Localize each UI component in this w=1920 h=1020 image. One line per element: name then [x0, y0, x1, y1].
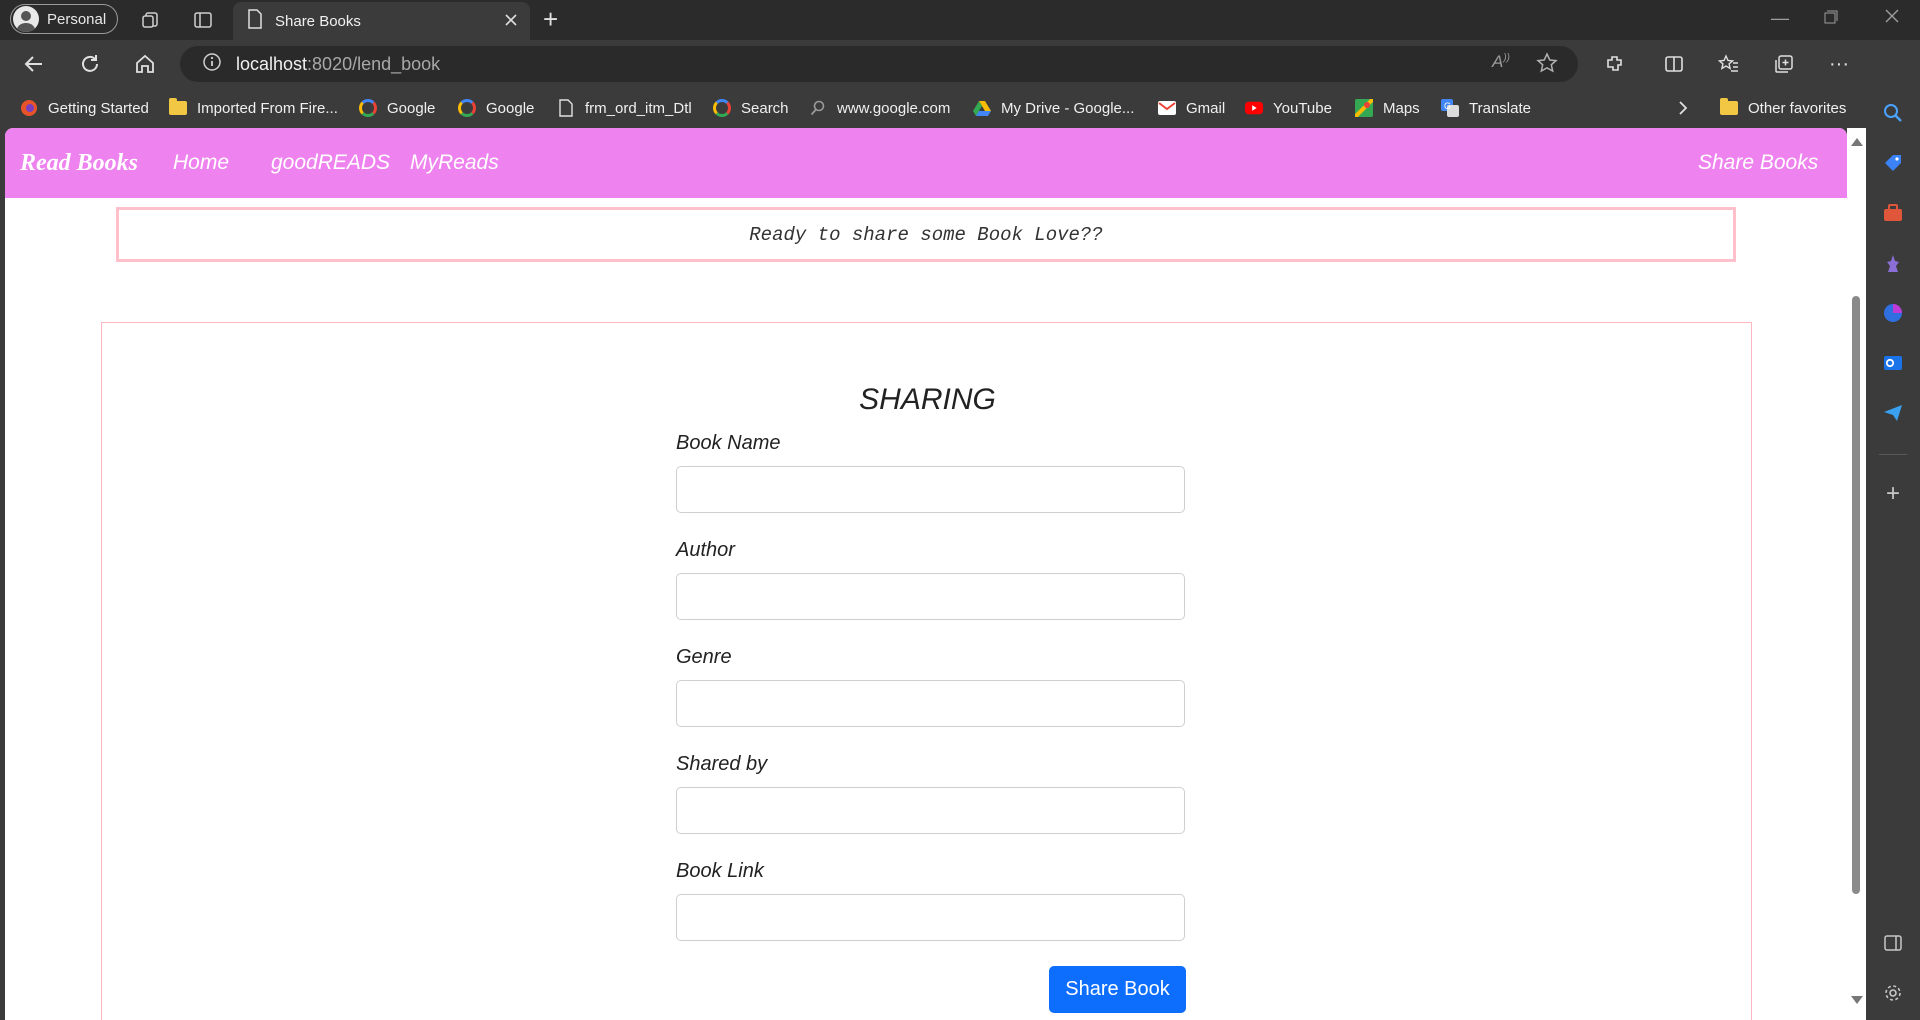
- scroll-down-arrow-icon[interactable]: [1851, 996, 1863, 1004]
- book-link-label: Book Link: [676, 860, 764, 882]
- nav-link-share-books[interactable]: Share Books: [1698, 151, 1818, 175]
- nav-link-home[interactable]: Home: [173, 151, 229, 175]
- gmail-icon: [1158, 99, 1176, 117]
- page-scrollbar[interactable]: [1847, 128, 1866, 1020]
- form-title: SHARING: [859, 383, 996, 416]
- bookmark-getting-started[interactable]: Getting Started: [20, 98, 149, 118]
- share-banner: Ready to share some Book Love??: [116, 207, 1736, 262]
- genre-input[interactable]: [676, 680, 1185, 727]
- more-menu-icon[interactable]: ···: [1825, 50, 1853, 78]
- hide-sidebar-icon[interactable]: [1881, 931, 1905, 955]
- bookmark-maps[interactable]: Maps: [1355, 98, 1420, 118]
- avatar: [13, 6, 39, 32]
- folder-icon: [1720, 98, 1738, 117]
- outlook-icon[interactable]: [1881, 351, 1905, 375]
- author-input[interactable]: [676, 573, 1185, 620]
- bookmark-www-google[interactable]: www.google.com: [809, 98, 950, 118]
- page-icon: [247, 9, 263, 33]
- drive-icon: [973, 99, 991, 117]
- sharing-form-card: SHARING Book Name Author Genre Shared by…: [101, 322, 1752, 1020]
- bookmark-search[interactable]: Search: [713, 98, 789, 118]
- page-icon: [557, 99, 575, 117]
- brand-logo[interactable]: Read Books: [20, 150, 138, 177]
- bookmark-gmail[interactable]: Gmail: [1158, 98, 1225, 118]
- info-icon[interactable]: [202, 52, 222, 77]
- page-viewport: Read Books Home goodREADS MyReads Share …: [5, 128, 1847, 1020]
- minimize-icon[interactable]: —: [1771, 8, 1789, 29]
- book-name-label: Book Name: [676, 432, 781, 454]
- folder-icon: [169, 98, 187, 117]
- microsoft365-icon[interactable]: [1881, 301, 1905, 325]
- bookmark-translate[interactable]: G Translate: [1441, 98, 1531, 118]
- scrollbar-thumb[interactable]: [1852, 296, 1860, 894]
- tools-icon[interactable]: [1881, 201, 1905, 225]
- vertical-tabs-icon[interactable]: [191, 8, 215, 32]
- bookmark-google-2[interactable]: Google: [458, 98, 534, 118]
- shared-by-input[interactable]: [676, 787, 1185, 834]
- bookmarks-overflow-chevron-icon[interactable]: [1677, 98, 1689, 118]
- author-label: Author: [676, 539, 735, 561]
- search-icon[interactable]: [1881, 101, 1905, 125]
- bookmark-google-1[interactable]: Google: [359, 98, 435, 118]
- youtube-icon: [1245, 99, 1263, 117]
- google-icon: [458, 99, 476, 117]
- address-bar[interactable]: localhost:8020/lend_book A)): [180, 46, 1578, 82]
- games-icon[interactable]: [1881, 251, 1905, 275]
- tab-title: Share Books: [275, 12, 361, 30]
- close-window-icon[interactable]: [1884, 8, 1900, 29]
- favorites-icon[interactable]: [1715, 50, 1743, 78]
- workspaces-icon[interactable]: [139, 8, 163, 32]
- title-bar: Personal Share Books + —: [0, 0, 1920, 40]
- scroll-up-arrow-icon[interactable]: [1851, 138, 1863, 146]
- share-book-button[interactable]: Share Book: [1049, 966, 1186, 1013]
- profile-button[interactable]: Personal: [10, 4, 118, 34]
- split-screen-icon[interactable]: [1660, 50, 1688, 78]
- genre-label: Genre: [676, 646, 732, 668]
- shopping-tag-icon[interactable]: [1881, 151, 1905, 175]
- extensions-icon[interactable]: [1601, 50, 1629, 78]
- shared-by-label: Shared by: [676, 753, 768, 775]
- bookmark-frm-ord[interactable]: frm_ord_itm_Dtl: [557, 98, 692, 118]
- book-name-input[interactable]: [676, 466, 1185, 513]
- settings-gear-icon[interactable]: [1881, 981, 1905, 1005]
- google-icon: [359, 99, 377, 117]
- nav-link-myreads[interactable]: MyReads: [410, 151, 499, 175]
- home-icon[interactable]: [131, 50, 159, 78]
- address-toolbar: localhost:8020/lend_book A)) ···: [0, 40, 1920, 88]
- refresh-icon[interactable]: [76, 50, 104, 78]
- add-icon[interactable]: +: [1881, 480, 1905, 507]
- site-navbar: Read Books Home goodREADS MyReads Share …: [5, 128, 1847, 198]
- profile-label: Personal: [47, 10, 107, 28]
- svg-text:G: G: [1444, 101, 1451, 111]
- url-text[interactable]: localhost:8020/lend_book: [236, 54, 440, 75]
- collections-icon[interactable]: [1770, 50, 1798, 78]
- close-tab-icon[interactable]: [502, 11, 520, 33]
- translate-icon: G: [1441, 99, 1459, 117]
- back-icon[interactable]: [20, 50, 48, 78]
- bookmark-other-favorites[interactable]: Other favorites: [1720, 98, 1846, 118]
- drop-send-icon[interactable]: [1881, 401, 1905, 425]
- edge-sidebar: +: [1866, 40, 1920, 1020]
- maps-icon: [1355, 99, 1373, 117]
- bookmarks-bar: Getting Started Imported From Fire... Go…: [0, 88, 1920, 128]
- new-tab-icon[interactable]: +: [543, 6, 558, 32]
- favorite-star-icon[interactable]: [1536, 52, 1558, 79]
- firefox-icon: [20, 99, 38, 117]
- bookmark-youtube[interactable]: YouTube: [1245, 98, 1332, 118]
- search-icon: [809, 99, 827, 117]
- nav-link-goodreads[interactable]: goodREADS: [271, 151, 390, 175]
- restore-icon[interactable]: [1824, 8, 1838, 29]
- bookmark-imported-folder[interactable]: Imported From Fire...: [169, 98, 338, 118]
- google-icon: [713, 99, 731, 117]
- book-link-input[interactable]: [676, 894, 1185, 941]
- bookmark-my-drive[interactable]: My Drive - Google...: [973, 98, 1134, 118]
- sidebar-divider: [1879, 454, 1907, 455]
- tab-share-books[interactable]: Share Books: [233, 2, 530, 40]
- read-aloud-icon[interactable]: A)): [1492, 52, 1510, 79]
